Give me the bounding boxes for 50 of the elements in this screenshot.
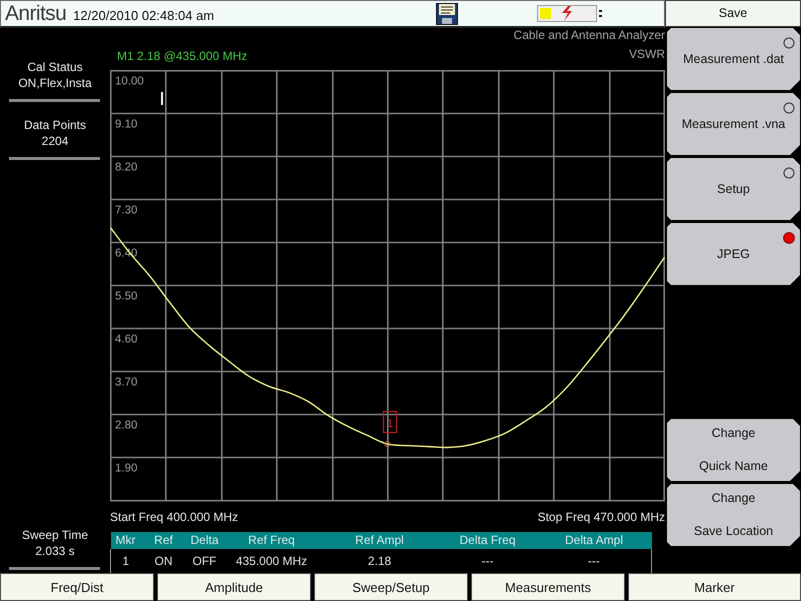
menu-button[interactable]: Change Save Location (667, 484, 800, 546)
y-tick-label: 9.10 (115, 118, 138, 130)
menu-button[interactable]: Measurement .vna (667, 93, 800, 155)
menu-button[interactable]: JPEG (667, 223, 800, 285)
battery-charging-icon (537, 5, 602, 22)
menu-button[interactable]: Change Quick Name (667, 419, 800, 481)
y-tick-label: 2.80 (115, 420, 138, 432)
column-header: Delta Freq (438, 532, 536, 549)
y-tick-label: 8.20 (115, 162, 138, 174)
softkey-tab[interactable]: Amplitude (157, 573, 311, 601)
y-tick-label: 1.90 (115, 462, 138, 474)
info-value: 2.033 s (35, 543, 75, 559)
info-label: Data Points (24, 117, 86, 133)
y-tick-label: 4.60 (115, 334, 138, 346)
date-time: 12/20/2010 02:48:04 am (73, 8, 214, 22)
column-header: Ref Freq (222, 532, 320, 549)
table-cell: ON (140, 549, 186, 573)
marker-readout: M1 2.18 @435.000 MHz (117, 49, 248, 63)
measurement-title: VSWR (629, 47, 665, 63)
menu-button[interactable]: Setup (667, 158, 800, 220)
table-cell: 435.000 MHz (222, 549, 320, 573)
table-cell: --- (438, 549, 536, 573)
table-cell: 2.18 (320, 549, 438, 573)
stop-frequency: Stop Freq 470.000 MHz (538, 510, 665, 524)
info-value: ON,Flex,Insta (18, 75, 92, 91)
start-frequency: Start Freq 400.000 MHz (110, 510, 238, 524)
mode-title: Cable and Antenna Analyzer (512, 28, 665, 42)
marker-ring-icon (384, 441, 390, 448)
softkey-tab[interactable]: Freq/Dist (0, 573, 154, 601)
menu-title: Save (665, 0, 801, 27)
table-cell: --- (536, 549, 652, 573)
table-cell: OFF (186, 549, 222, 573)
brand-logo: Anritsu (5, 2, 66, 26)
y-tick-label: 7.30 (115, 204, 138, 216)
column-header: Delta Ampl (536, 532, 652, 549)
column-header: Mkr (110, 532, 140, 549)
softkey-tab[interactable]: Measurements (471, 573, 625, 601)
column-header: Delta (186, 532, 222, 549)
softkey-tab[interactable]: Marker (628, 573, 801, 601)
info-value: 2204 (42, 133, 68, 149)
column-header: Ref (140, 532, 186, 549)
y-tick-label: 3.70 (115, 376, 138, 388)
table-cell: 1 (110, 549, 140, 573)
y-tick-label: 5.50 (115, 290, 138, 302)
info-label: Cal Status (27, 59, 83, 75)
softkey-tab[interactable]: Sweep/Setup (314, 573, 468, 601)
info-label: Sweep Time (22, 527, 88, 543)
column-header: Ref Ampl (320, 532, 438, 549)
menu-button[interactable]: Measurement .dat (667, 28, 800, 90)
y-tick-label: 10.00 (115, 76, 144, 88)
